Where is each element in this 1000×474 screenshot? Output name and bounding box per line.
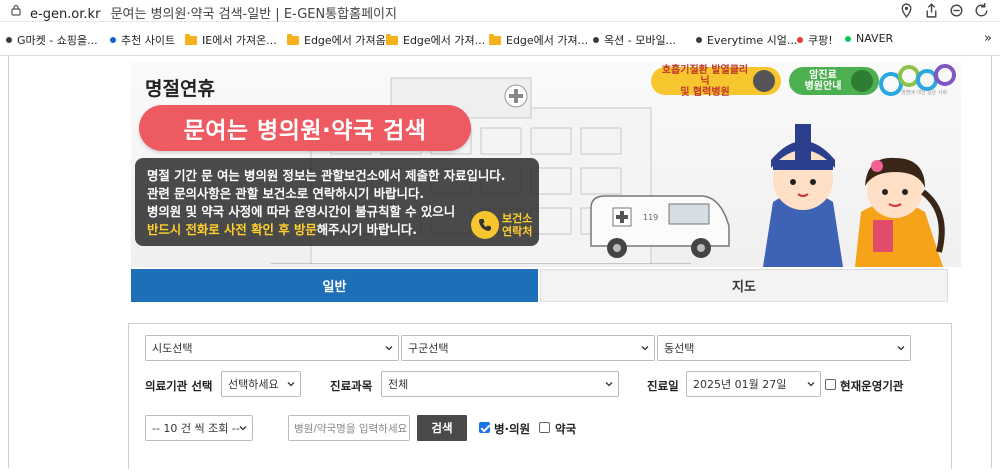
bookmark-recommended[interactable]: 추천 사이트 [110, 32, 175, 48]
bookmark-folder-edge-2[interactable]: Edge에서 가져... [386, 32, 485, 48]
date-select[interactable]: 2025년 01월 27일 [686, 371, 821, 397]
url-host: e-gen.or.kr [30, 7, 101, 22]
search-icon [851, 70, 873, 92]
site-info-icon[interactable] [10, 4, 22, 16]
translate-icon[interactable] [948, 2, 965, 19]
fever-clinic-button[interactable]: 호흡기질환 발열클리닉 및 협력병원 [651, 65, 781, 98]
bookmark-folder-edge-1[interactable]: Edge에서 가져옴 [287, 32, 386, 48]
chevron-down-icon [605, 382, 613, 387]
hospital-label: 병·의원 [494, 422, 531, 436]
svg-text:119: 119 [643, 213, 658, 222]
share-icon[interactable] [923, 2, 940, 19]
search-form: 시도선택 구군선택 동선택 의료기관 선택 선택하세요 진료과목 전체 진료일 … [128, 323, 952, 469]
bicycle-icon [753, 70, 775, 92]
banner-brand: 명절연휴 [139, 72, 215, 101]
bookmark-dot-icon [797, 37, 803, 43]
folder-icon [489, 33, 501, 45]
tab-general[interactable]: 일반 [131, 269, 538, 302]
gugun-select[interactable]: 구군선택 [401, 335, 655, 361]
notice-highlight: 반드시 전화로 사전 확인 후 방문 [147, 222, 317, 237]
chevron-down-icon [385, 346, 393, 351]
banner-title: 문여는 병의원·약국 검색 [139, 105, 471, 151]
bookmark-naver[interactable]: NAVER [845, 32, 893, 45]
search-tabs: 일반 지도 [131, 269, 948, 302]
bookmark-dot-icon [6, 37, 12, 43]
bookmarks-bar: G마켓 - 쇼핑을... 추천 사이트 IE에서 가져온... Edge에서 가… [0, 22, 1000, 56]
institution-select[interactable]: 선택하세요 [221, 371, 301, 397]
url-page-title: 문여는 병의원·약국 검색-일반 | E-GEN통합홈페이지 [110, 7, 397, 22]
page-size-select[interactable]: -- 10 건 씩 조회 -- [145, 415, 253, 441]
open-now-label: 현재운영기관 [840, 379, 904, 393]
children-hanbok-illustration [763, 124, 945, 267]
notice-tail: 해주시기 바랍니다. [316, 222, 417, 237]
bookmark-auction[interactable]: 옥션 - 모바일... [593, 32, 676, 48]
chevron-down-icon [239, 426, 247, 431]
dong-select[interactable]: 동선택 [657, 335, 911, 361]
bookmark-folder-ie[interactable]: IE에서 가져온... [185, 32, 277, 48]
department-label: 진료과목 [330, 379, 373, 393]
bookmark-dot-icon [696, 37, 702, 43]
pharmacy-label: 약국 [555, 422, 577, 436]
address-bar[interactable]: e-gen.or.kr 문여는 병의원·약국 검색-일반 | E-GEN통합홈페… [0, 0, 1000, 22]
tab-map[interactable]: 지도 [540, 269, 948, 302]
bookmark-dot-icon [845, 35, 851, 42]
folder-icon [386, 33, 398, 45]
chevron-down-icon [897, 346, 905, 351]
notice-line: 관련 문의사항은 관할 보건소로 연락하시기 바랍니다. [147, 186, 425, 201]
institution-label: 의료기관 선택 [145, 379, 213, 393]
url-text[interactable]: e-gen.or.kr 문여는 병의원·약국 검색-일반 | E-GEN통합홈페… [30, 3, 397, 22]
bookmark-coupang[interactable]: 쿠팡! [797, 32, 833, 48]
department-select[interactable]: 전체 [381, 371, 619, 397]
folder-icon [287, 33, 299, 45]
bookmark-everytime[interactable]: Everytime 시얼... [696, 32, 797, 48]
sido-select[interactable]: 시도선택 [145, 335, 399, 361]
chevron-down-icon [807, 382, 815, 387]
bookmark-folder-edge-3[interactable]: Edge에서 가져... [489, 32, 588, 48]
pharmacy-checkbox[interactable] [539, 422, 550, 433]
chevron-down-icon [641, 346, 649, 351]
bookmark-dot-icon [593, 37, 599, 43]
health-center-contact-button[interactable]: 보건소 연락처 [471, 210, 535, 240]
ambulance-illustration: 119 [590, 195, 730, 258]
hospital-checkbox[interactable] [479, 422, 490, 433]
bookmarks-overflow-icon[interactable]: » [984, 31, 992, 46]
notice-line: 명절 기간 문 여는 병의원 정보는 관할보건소에서 제출한 자료입니다. [147, 168, 506, 183]
cancer-hospital-button[interactable]: 암진료 병원안내 [789, 67, 879, 95]
notice-line: 병의원 및 약국 사정에 따라 운영시간이 불규칙할 수 있으니 [147, 204, 456, 219]
refresh-icon[interactable] [973, 2, 990, 19]
search-input[interactable]: 병원/약국명을 입력하세요 [288, 415, 410, 441]
location-icon[interactable] [898, 2, 915, 19]
chevron-down-icon [287, 382, 295, 387]
logo-tagline: 생명에 대한 깊은 사랑 [901, 90, 948, 96]
bookmark-gmarket[interactable]: G마켓 - 쇼핑을... [6, 32, 98, 48]
phone-icon [471, 211, 499, 239]
bookmark-dot-icon [110, 37, 116, 43]
holiday-banner: 119 명절연휴 문여는 병의원·약국 검색 명절 기간 문 여는 병의원 정보… [131, 62, 961, 267]
date-label: 진료일 [647, 379, 679, 393]
notice-line: 반드시 전화로 사전 확인 후 방문해주시기 바랍니다. [147, 221, 527, 239]
folder-icon [185, 33, 197, 45]
search-button[interactable]: 검색 [417, 415, 467, 441]
open-now-checkbox[interactable] [825, 379, 836, 390]
